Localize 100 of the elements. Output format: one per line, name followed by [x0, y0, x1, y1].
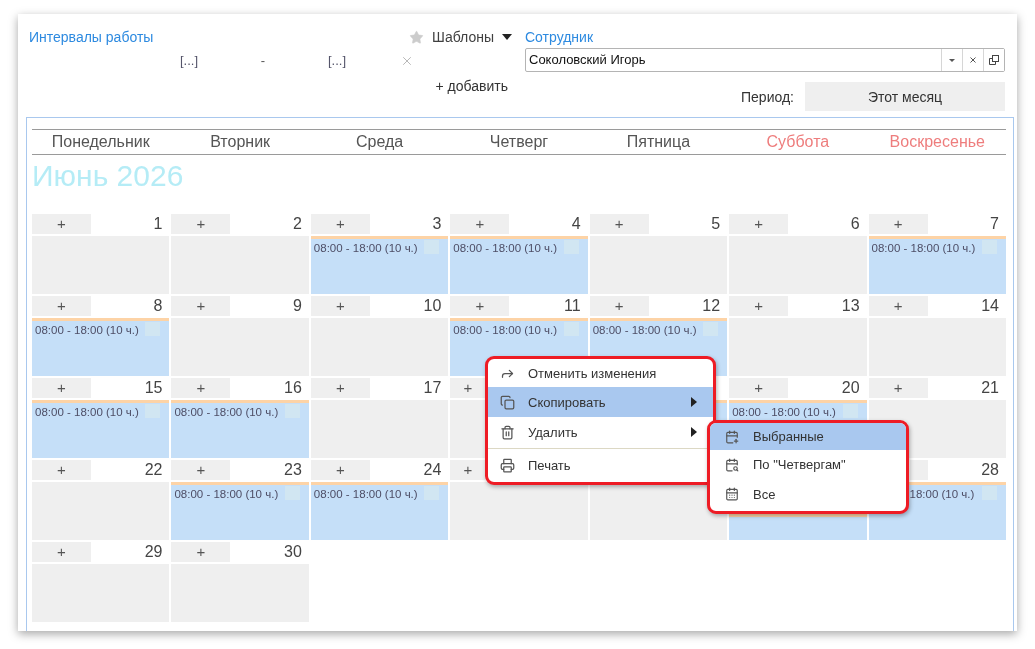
weekday-header: Суббота [766, 132, 830, 152]
add-button[interactable]: + [171, 542, 231, 562]
caret-icon [949, 58, 955, 62]
square-icon [563, 322, 579, 336]
end-time-field[interactable]: [...] [327, 52, 347, 70]
menu-item[interactable]: По "Четвергам" [710, 450, 906, 479]
day-cell[interactable] [310, 400, 449, 458]
add-button[interactable]: + [868, 378, 928, 398]
day-cell[interactable]: 08:00 - 18:00 (10 ч.) [171, 400, 309, 458]
menu-item[interactable]: Выбранные [710, 423, 906, 450]
period-button[interactable]: Этот месяц [805, 82, 1005, 111]
day-number: 22 [144, 460, 164, 480]
close-icon[interactable] [400, 54, 414, 68]
day-cell[interactable]: 08:00 - 18:00 (10 ч.) [310, 482, 449, 540]
start-time-field[interactable]: [...] [179, 52, 199, 70]
add-button[interactable]: + [450, 214, 510, 234]
square-icon [563, 240, 579, 254]
add-button[interactable]: + [729, 296, 789, 316]
add-button[interactable]: + [868, 296, 928, 316]
employee-field[interactable]: Соколовский Игорь [525, 48, 1005, 72]
add-button[interactable]: + [32, 542, 91, 562]
add-button[interactable]: + [32, 296, 91, 316]
weekday-header: Воскресенье [889, 132, 985, 152]
add-button[interactable]: + [171, 296, 231, 316]
shift-time-text: 08:00 - 18:00 (10 ч.) [174, 487, 279, 501]
day-cell[interactable]: 08:00 - 18:00 (10 ч.) [868, 236, 1006, 294]
square-icon [982, 240, 997, 254]
month-title: Июнь 2026 [32, 158, 184, 194]
day-cell[interactable] [450, 482, 588, 540]
day-number: 5 [711, 214, 722, 234]
square-icon [284, 404, 300, 418]
add-button[interactable]: + [310, 296, 370, 316]
calendar-plus-icon [725, 429, 739, 444]
menu-item[interactable]: Печать [488, 450, 705, 480]
printer-icon [500, 457, 515, 473]
day-cell[interactable]: 08:00 - 18:00 (10 ч.) [171, 482, 309, 540]
section-title: Интервалы работы [29, 28, 154, 46]
dash-text: - [260, 52, 266, 70]
day-number: 13 [841, 296, 861, 316]
add-button[interactable]: + [868, 214, 928, 234]
day-cell[interactable]: 08:00 - 18:00 (10 ч.) [310, 236, 449, 294]
day-number: 8 [153, 296, 164, 316]
add-button[interactable]: + [171, 214, 231, 234]
menu-item[interactable]: Скопировать [488, 387, 713, 417]
add-interval-link[interactable]: + добавить [435, 77, 508, 95]
day-number: 9 [292, 296, 303, 316]
day-number: 21 [981, 378, 1000, 398]
day-number: 16 [284, 378, 303, 398]
employee-label: Сотрудник [525, 28, 594, 46]
trash-icon [500, 424, 515, 440]
templates-button[interactable]: Шаблоны [409, 28, 512, 46]
add-button[interactable]: + [450, 378, 486, 398]
day-number: 2 [292, 214, 303, 234]
day-cell[interactable] [450, 400, 486, 458]
day-cell[interactable]: 08:00 - 18:00 (10 ч.) [32, 400, 170, 458]
copy-icon [500, 394, 515, 410]
add-button[interactable]: + [729, 214, 789, 234]
day-cell[interactable] [310, 318, 449, 376]
add-button[interactable]: + [171, 378, 231, 398]
day-number: 4 [571, 214, 582, 234]
day-number: 14 [981, 296, 1000, 316]
day-cell[interactable]: 08:00 - 18:00 (10 ч.) [729, 400, 867, 420]
add-button[interactable]: + [450, 460, 486, 480]
open-button[interactable] [983, 49, 1004, 71]
day-number: 17 [423, 378, 443, 398]
add-button[interactable]: + [32, 214, 91, 234]
square-icon [284, 486, 300, 500]
menu-item[interactable]: Удалить [488, 417, 705, 447]
day-cell[interactable] [589, 236, 728, 294]
day-number: 3 [432, 214, 443, 234]
day-cell[interactable]: 08:00 - 18:00 (10 ч.) [450, 236, 588, 294]
add-button[interactable]: + [32, 460, 91, 480]
add-button[interactable]: + [450, 296, 510, 316]
shift-time-text: 18:00 (10 ч.) [909, 487, 975, 501]
period-label: Период: [741, 88, 794, 105]
calendar-search-icon [725, 457, 739, 472]
shift-time-text: 08:00 - 18:00 (10 ч.) [174, 405, 279, 419]
add-button[interactable]: + [171, 460, 231, 480]
shift-time-text: 08:00 - 18:00 (10 ч.) [592, 323, 697, 337]
day-number: 11 [564, 296, 582, 316]
add-button[interactable] [909, 460, 928, 480]
add-button[interactable]: + [589, 214, 649, 234]
day-number: 1 [153, 214, 164, 234]
shift-time-text: 08:00 - 18:00 (10 ч.) [453, 241, 558, 255]
day-cell[interactable]: 08:00 - 18:00 (10 ч.) [32, 318, 170, 376]
weekday-header: Понедельник [51, 132, 150, 152]
add-button[interactable]: + [310, 214, 370, 234]
day-number: 12 [702, 296, 722, 316]
day-cell[interactable] [32, 482, 170, 540]
add-button[interactable]: + [589, 296, 649, 316]
add-button[interactable]: + [729, 378, 789, 398]
weekday-header: Среда [355, 132, 404, 152]
star-icon [409, 29, 425, 45]
add-button[interactable]: + [310, 460, 370, 480]
shift-time-text: 08:00 - 18:00 (10 ч.) [453, 323, 558, 337]
shift-time-text: 08:00 - 18:00 (10 ч.) [35, 323, 139, 337]
add-button[interactable]: + [32, 378, 91, 398]
add-button[interactable]: + [310, 378, 370, 398]
day-cell[interactable] [729, 514, 867, 540]
square-icon [424, 486, 440, 500]
